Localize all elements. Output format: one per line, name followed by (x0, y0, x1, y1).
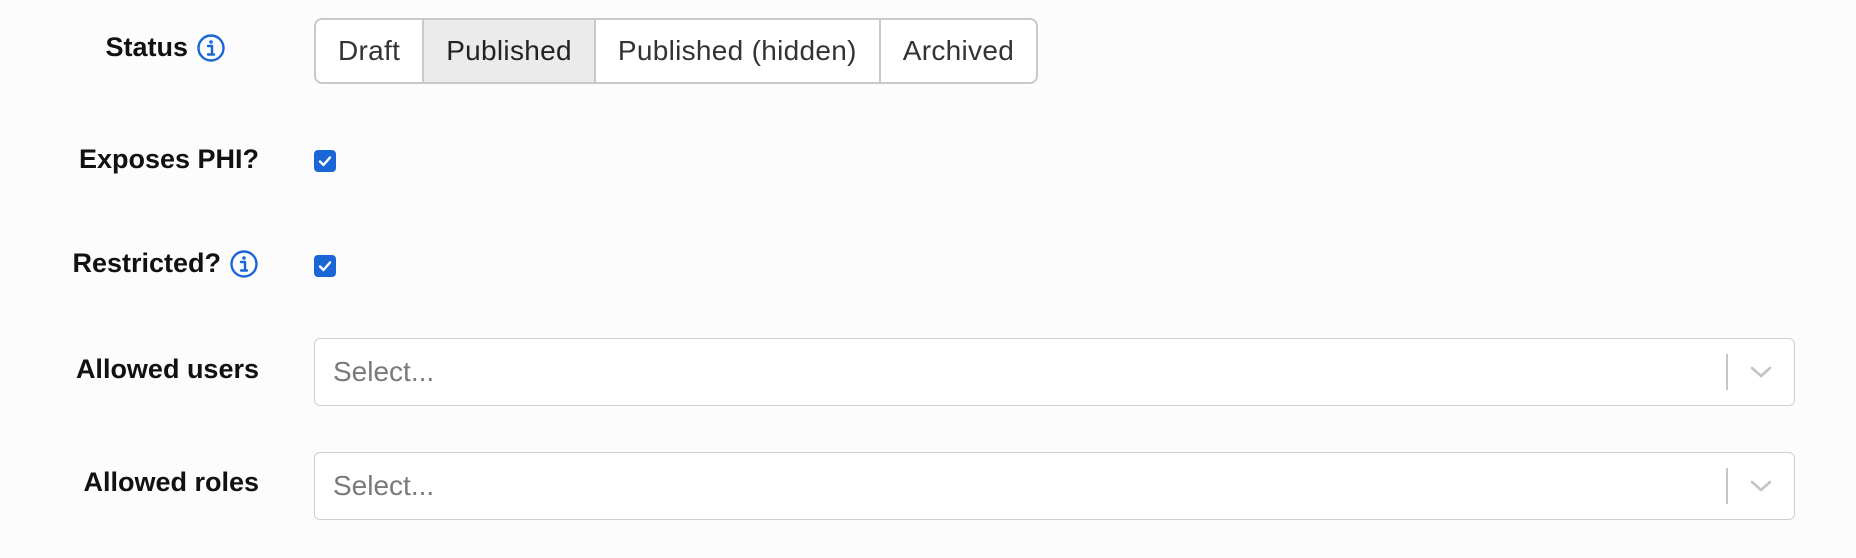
checkmark-icon (318, 261, 332, 272)
allowed-users-placeholder: Select... (333, 356, 435, 387)
allowed-users-label-wrap: Allowed users (76, 354, 259, 385)
status-option-draft[interactable]: Draft (316, 20, 425, 82)
checkmark-icon (318, 156, 332, 167)
allowed-users-select[interactable]: Select... (314, 338, 1795, 406)
allowed-roles-label: Allowed roles (83, 467, 259, 497)
form: Status Draft Published Published (hidden… (0, 0, 1856, 558)
info-icon[interactable] (229, 249, 259, 279)
status-label-wrap: Status (105, 32, 226, 63)
restricted-checkbox[interactable] (314, 255, 336, 277)
info-icon[interactable] (196, 33, 226, 63)
status-segmented-control: Draft Published Published (hidden) Archi… (314, 18, 1039, 84)
chevron-down-icon[interactable] (1728, 339, 1794, 405)
restricted-label: Restricted? (72, 248, 221, 278)
allowed-roles-select[interactable]: Select... (314, 452, 1795, 520)
exposes-phi-label: Exposes PHI? (78, 144, 259, 174)
status-option-published-hidden[interactable]: Published (hidden) (596, 20, 881, 82)
status-label: Status (105, 32, 188, 62)
restricted-label-wrap: Restricted? (72, 248, 259, 279)
chevron-down-icon[interactable] (1728, 453, 1794, 519)
allowed-roles-label-wrap: Allowed roles (83, 467, 259, 498)
allowed-users-label: Allowed users (75, 354, 259, 384)
allowed-roles-placeholder: Select... (333, 470, 435, 501)
exposes-phi-label-wrap: Exposes PHI? (79, 144, 259, 175)
status-option-archived[interactable]: Archived (881, 20, 1036, 82)
status-option-published[interactable]: Published (424, 20, 596, 82)
exposes-phi-checkbox[interactable] (314, 150, 336, 172)
